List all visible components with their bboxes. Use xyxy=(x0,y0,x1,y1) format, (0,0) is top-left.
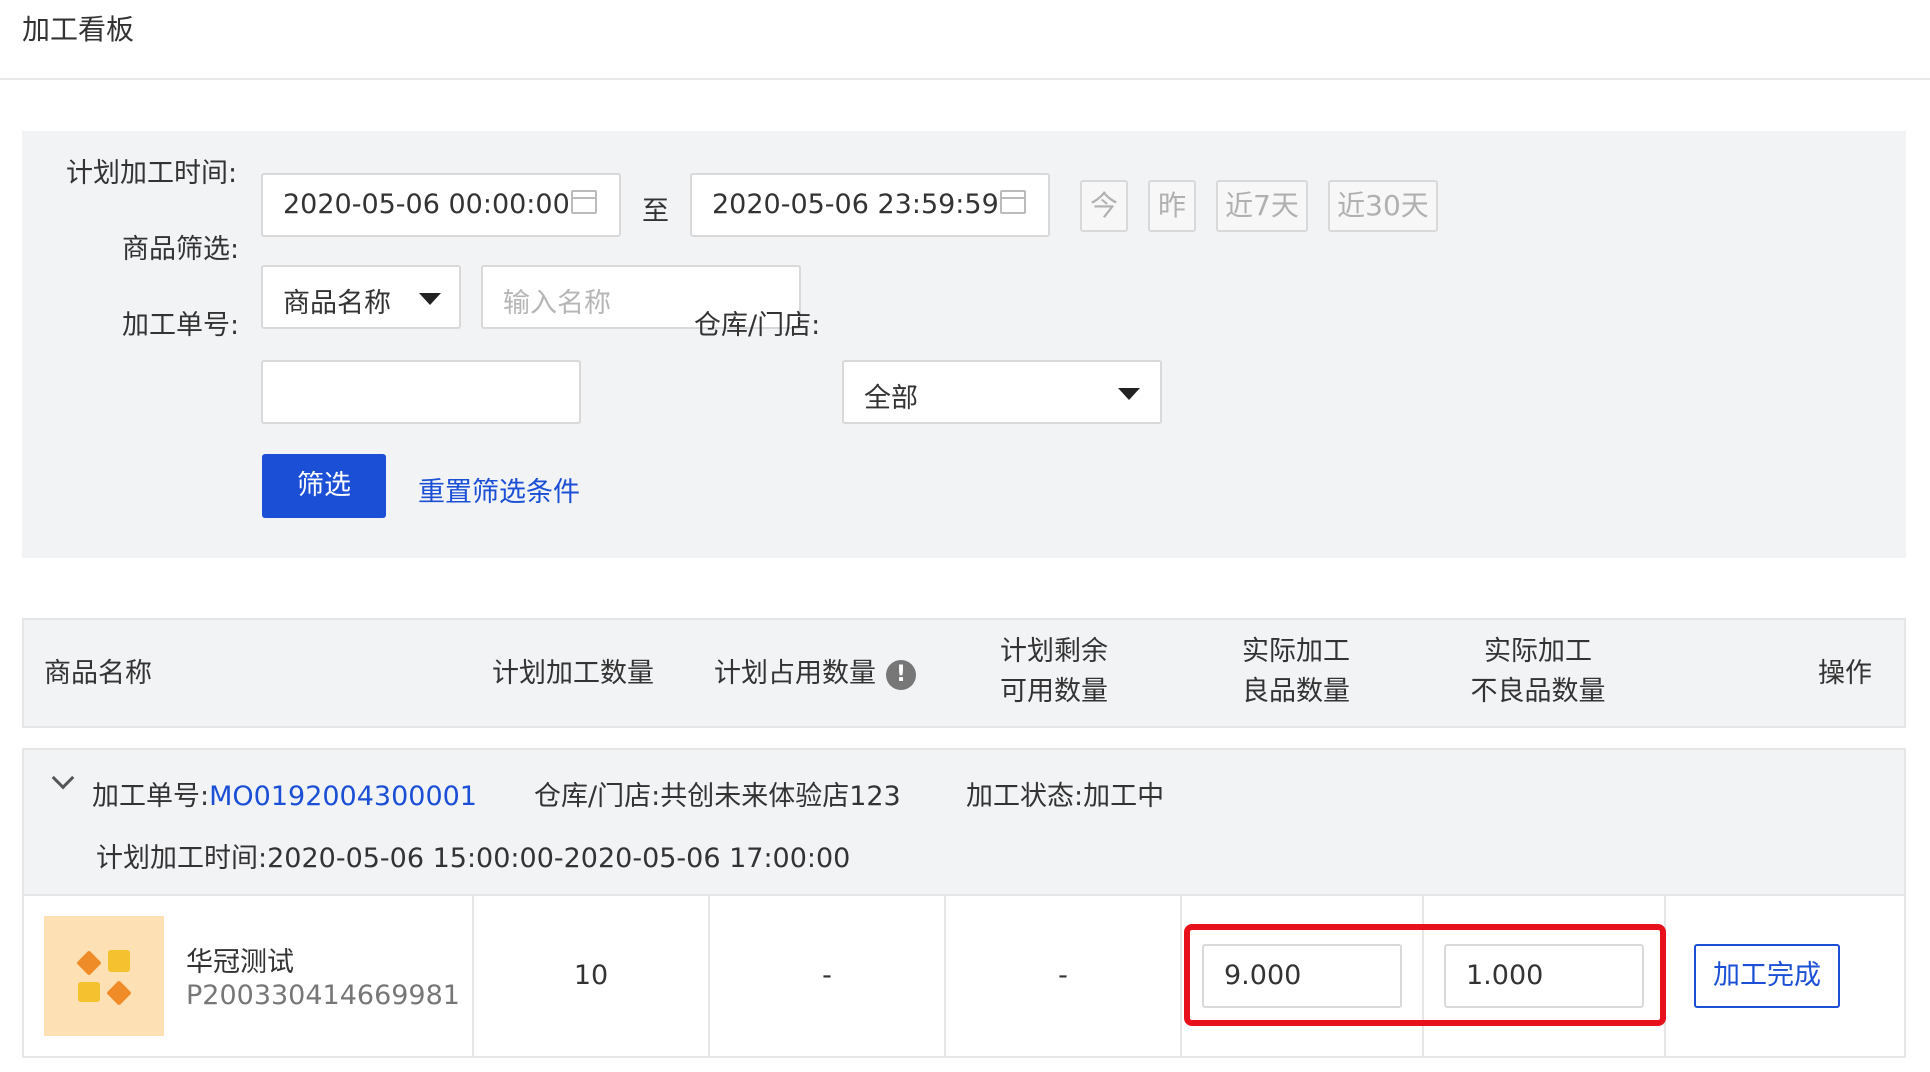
product-name-placeholder: 输入名称 xyxy=(503,288,611,319)
col-actual-bad-line2: 不良品数量 xyxy=(1470,676,1606,707)
product-thumbnail xyxy=(44,916,164,1036)
info-icon[interactable]: ! xyxy=(886,659,916,690)
col-plan-qty: 计划加工数量 xyxy=(492,658,654,689)
product-code: P200330414669981 xyxy=(186,980,460,1011)
calendar-icon[interactable] xyxy=(1000,190,1026,214)
group-plan-time-value: 2020-05-06 15:00:00-2020-05-06 17:00:00 xyxy=(267,843,851,874)
chevron-down-icon xyxy=(419,293,441,305)
warehouse-label: 仓库/门店: xyxy=(694,310,821,341)
calendar-icon[interactable] xyxy=(571,190,597,214)
col-actual-good-line1: 实际加工 xyxy=(1242,636,1350,667)
col-actual-bad: 实际加工 不良品数量 xyxy=(1418,632,1658,712)
group-status-value: 加工中 xyxy=(1083,781,1165,812)
order-no-link[interactable]: MO0192004300001 xyxy=(209,781,477,812)
quick-range-7days[interactable]: 近7天 xyxy=(1216,180,1308,232)
order-info-line: 加工单号:MO0192004300001 xyxy=(92,774,477,813)
group-warehouse: 仓库/门店:共创未来体验店123 xyxy=(534,774,901,813)
table-header: 商品名称 计划加工数量 计划占用数量! 计划剩余 可用数量 实际加工 良品数量 … xyxy=(22,618,1906,728)
quick-range-today[interactable]: 今 xyxy=(1080,180,1128,232)
group-warehouse-value: 共创未来体验店123 xyxy=(660,781,901,812)
product-name: 华冠测试 xyxy=(186,947,294,978)
top-bar: 加工看板 xyxy=(0,0,1930,80)
warehouse-select[interactable]: 全部 xyxy=(842,360,1162,424)
page-title: 加工看板 xyxy=(22,13,135,46)
tag-icon xyxy=(76,950,102,976)
shopping-bag-icon xyxy=(78,982,100,1002)
start-time-input[interactable]: 2020-05-06 00:00:00 xyxy=(261,173,621,237)
group-plan-time-label: 计划加工时间: xyxy=(96,843,268,874)
column-divider xyxy=(1180,896,1182,1056)
filter-button[interactable]: 筛选 xyxy=(262,454,386,518)
plan-time-label: 计划加工时间: xyxy=(66,158,238,189)
plan-occupied-cell: - xyxy=(822,960,832,991)
reset-filters-link[interactable]: 重置筛选条件 xyxy=(418,470,580,509)
chevron-down-icon xyxy=(1118,388,1140,400)
order-group-header: 加工单号:MO0192004300001 仓库/门店:共创未来体验店123 加工… xyxy=(22,748,1906,896)
order-no-label: 加工单号: xyxy=(122,310,240,341)
to-label: 至 xyxy=(642,196,669,227)
product-filter-label: 商品筛选: xyxy=(122,234,240,265)
col-plan-remaining-line1: 计划剩余 xyxy=(1000,636,1108,667)
col-actual-bad-line1: 实际加工 xyxy=(1484,636,1592,667)
product-filter-type-value: 商品名称 xyxy=(283,288,391,319)
tag-icon xyxy=(106,980,132,1006)
col-plan-occupied-label: 计划占用数量 xyxy=(714,658,876,689)
col-actions: 操作 xyxy=(1818,658,1872,689)
col-actual-good: 实际加工 良品数量 xyxy=(1176,632,1416,712)
warehouse-value: 全部 xyxy=(864,383,918,414)
end-time-input[interactable]: 2020-05-06 23:59:59 xyxy=(690,173,1050,237)
complete-processing-button[interactable]: 加工完成 xyxy=(1694,944,1840,1008)
plan-qty-cell: 10 xyxy=(573,960,609,991)
order-no-input[interactable] xyxy=(261,360,581,424)
col-actual-good-line2: 良品数量 xyxy=(1242,676,1350,707)
col-product-name: 商品名称 xyxy=(44,658,152,689)
group-warehouse-label: 仓库/门店: xyxy=(534,781,661,812)
group-status-label: 加工状态: xyxy=(966,781,1084,812)
group-plan-time: 计划加工时间:2020-05-06 15:00:00-2020-05-06 17… xyxy=(96,836,850,875)
chevron-down-icon[interactable] xyxy=(51,766,75,790)
quick-range-yesterday[interactable]: 昨 xyxy=(1148,180,1196,232)
col-plan-remaining-line2: 可用数量 xyxy=(1000,676,1108,707)
col-plan-occupied: 计划占用数量! xyxy=(714,654,916,694)
order-no-label: 加工单号: xyxy=(92,781,210,812)
end-time-value: 2020-05-06 23:59:59 xyxy=(712,189,999,220)
group-status: 加工状态:加工中 xyxy=(966,774,1164,813)
plan-remaining-cell: - xyxy=(1058,960,1068,991)
shopping-bag-icon xyxy=(108,950,130,972)
start-time-value: 2020-05-06 00:00:00 xyxy=(283,189,570,220)
product-filter-type-select[interactable]: 商品名称 xyxy=(261,265,461,329)
quick-range-30days[interactable]: 近30天 xyxy=(1328,180,1438,232)
highlight-box xyxy=(1184,924,1666,1026)
col-plan-remaining: 计划剩余 可用数量 xyxy=(934,632,1174,712)
